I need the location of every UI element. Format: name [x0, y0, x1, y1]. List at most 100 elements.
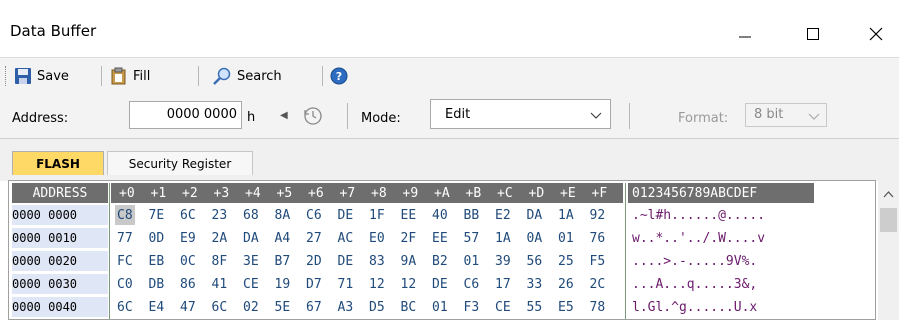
byte-cell[interactable]: A4 — [275, 228, 291, 248]
row-ascii[interactable]: w..*..'../.W....v — [632, 228, 765, 248]
byte-cell[interactable]: 68 — [243, 205, 259, 225]
byte-cell[interactable]: 2D — [306, 251, 322, 271]
minimize-button[interactable] — [722, 16, 768, 52]
byte-cell[interactable]: 2F — [401, 228, 417, 248]
byte-cell[interactable]: 6C — [180, 205, 196, 225]
byte-cell[interactable]: E4 — [149, 297, 165, 317]
row-ascii[interactable]: l.Gl.^g......U.x — [632, 297, 757, 317]
byte-cell[interactable]: 55 — [527, 297, 543, 317]
byte-cell[interactable]: 12 — [369, 274, 385, 294]
hex-grid[interactable]: ADDRESS +0 +1 +2 +3 +4 +5 +6 +7 +8 +9 +A +B +C +D +E +F… — [8, 180, 876, 320]
byte-cell[interactable]: DB — [149, 274, 165, 294]
byte-cell[interactable]: 57 — [464, 228, 480, 248]
byte-cell[interactable]: F5 — [590, 251, 606, 271]
byte-cell[interactable]: 40 — [432, 205, 448, 225]
byte-cell[interactable]: 78 — [590, 297, 606, 317]
byte-cell[interactable]: F3 — [464, 297, 480, 317]
byte-cell[interactable]: 7E — [149, 205, 165, 225]
byte-cell[interactable]: 23 — [212, 205, 228, 225]
byte-cell[interactable]: 71 — [338, 274, 354, 294]
byte-cell[interactable]: BC — [401, 297, 417, 317]
save-button[interactable]: Save — [14, 64, 69, 88]
byte-cell[interactable]: E2 — [495, 205, 511, 225]
byte-cell[interactable]: EE — [401, 205, 417, 225]
tab-flash[interactable]: FLASH — [12, 151, 104, 175]
search-button[interactable]: Search — [212, 64, 282, 88]
byte-cell[interactable]: 3E — [243, 251, 259, 271]
row-ascii[interactable]: ....>.-.....9V%. — [632, 251, 757, 271]
byte-cell[interactable]: 1A — [558, 205, 574, 225]
byte-cell[interactable]: B2 — [432, 251, 448, 271]
row-ascii[interactable]: .~l#h......@..... — [632, 205, 765, 225]
byte-cell[interactable]: BB — [464, 205, 480, 225]
address-input[interactable]: 0000 0000 — [129, 101, 242, 129]
byte-cell[interactable]: 33 — [527, 274, 543, 294]
byte-cell[interactable]: 86 — [180, 274, 196, 294]
byte-cell[interactable]: E0 — [369, 228, 385, 248]
byte-cell[interactable]: DA — [527, 205, 543, 225]
byte-cell[interactable]: E5 — [558, 297, 574, 317]
byte-cell[interactable]: D5 — [369, 297, 385, 317]
byte-cell[interactable]: 25 — [558, 251, 574, 271]
vertical-scrollbar[interactable] — [878, 180, 899, 320]
byte-cell[interactable]: 01 — [558, 228, 574, 248]
byte-cell[interactable]: 27 — [306, 228, 322, 248]
history-icon[interactable] — [302, 105, 324, 127]
scrollbar-thumb[interactable] — [880, 208, 897, 232]
byte-cell[interactable]: EB — [149, 251, 165, 271]
byte-cell[interactable]: 2A — [212, 228, 228, 248]
byte-cell[interactable]: 17 — [495, 274, 511, 294]
byte-cell[interactable]: 83 — [369, 251, 385, 271]
fill-button[interactable]: Fill — [110, 64, 150, 88]
byte-cell[interactable]: C6 — [306, 205, 322, 225]
row-ascii[interactable]: ...A...q.....3&, — [632, 274, 757, 294]
byte-cell[interactable]: 2C — [590, 274, 606, 294]
back-arrow-icon[interactable]: ◀ — [280, 110, 288, 121]
byte-cell[interactable]: CE — [495, 297, 511, 317]
tab-security-register[interactable]: Security Register — [107, 151, 253, 175]
byte-cell[interactable]: 1A — [495, 228, 511, 248]
maximize-button[interactable] — [790, 16, 836, 52]
byte-cell[interactable]: EE — [432, 228, 448, 248]
byte-cell[interactable]: 67 — [306, 297, 322, 317]
byte-cell[interactable]: 56 — [527, 251, 543, 271]
mode-select[interactable]: Edit — [430, 99, 611, 129]
byte-cell[interactable]: C8 — [115, 205, 135, 225]
byte-cell[interactable]: 1F — [369, 205, 385, 225]
help-button[interactable]: ? — [330, 64, 348, 88]
byte-cell[interactable]: 77 — [117, 228, 133, 248]
byte-cell[interactable]: 9A — [401, 251, 417, 271]
byte-cell[interactable]: AC — [338, 228, 354, 248]
byte-cell[interactable]: E9 — [180, 228, 196, 248]
byte-cell[interactable]: FC — [117, 251, 133, 271]
byte-cell[interactable]: 39 — [495, 251, 511, 271]
byte-cell[interactable]: D7 — [306, 274, 322, 294]
close-button[interactable] — [853, 16, 899, 52]
byte-cell[interactable]: 76 — [590, 228, 606, 248]
byte-cell[interactable]: 8A — [275, 205, 291, 225]
byte-cell[interactable]: 0A — [527, 228, 543, 248]
byte-cell[interactable]: 5E — [275, 297, 291, 317]
byte-cell[interactable]: 6C — [212, 297, 228, 317]
toolbar-grip[interactable] — [5, 66, 9, 86]
byte-cell[interactable]: 0D — [149, 228, 165, 248]
byte-cell[interactable]: 02 — [243, 297, 259, 317]
byte-cell[interactable]: 19 — [275, 274, 291, 294]
byte-cell[interactable]: 41 — [212, 274, 228, 294]
byte-cell[interactable]: C6 — [464, 274, 480, 294]
byte-cell[interactable]: 47 — [180, 297, 196, 317]
byte-cell[interactable]: 01 — [432, 297, 448, 317]
byte-cell[interactable]: 8F — [212, 251, 228, 271]
byte-cell[interactable]: DE — [432, 274, 448, 294]
byte-cell[interactable]: B7 — [275, 251, 291, 271]
byte-cell[interactable]: 01 — [464, 251, 480, 271]
byte-cell[interactable]: 6C — [117, 297, 133, 317]
byte-cell[interactable]: A3 — [338, 297, 354, 317]
byte-cell[interactable]: C0 — [117, 274, 133, 294]
byte-cell[interactable]: DE — [338, 205, 354, 225]
byte-cell[interactable]: DE — [338, 251, 354, 271]
byte-cell[interactable]: CE — [243, 274, 259, 294]
byte-cell[interactable]: 26 — [558, 274, 574, 294]
byte-cell[interactable]: 92 — [590, 205, 606, 225]
byte-cell[interactable]: 0C — [180, 251, 196, 271]
